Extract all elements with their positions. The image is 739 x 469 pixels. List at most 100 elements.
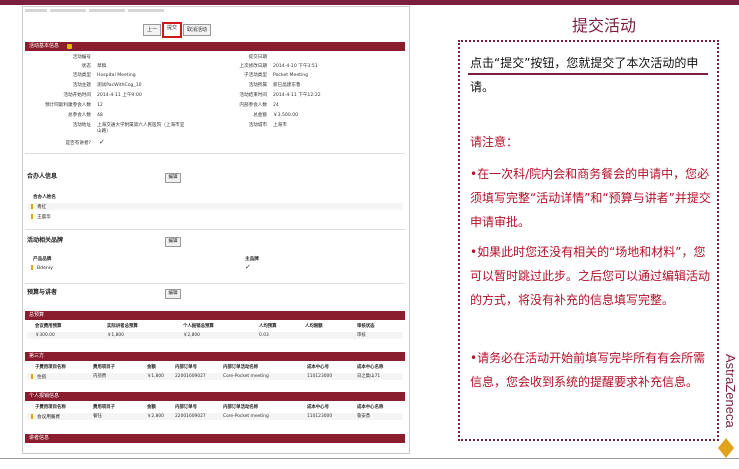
info-icon xyxy=(67,44,72,49)
product-name: Bdeniy xyxy=(37,266,53,271)
note-title: 请注意： xyxy=(470,135,519,149)
prev-button[interactable]: 上一 xyxy=(143,24,162,36)
logo-mark-icon xyxy=(718,438,734,458)
field-label: 总金额 xyxy=(253,113,267,118)
table-row: 住宿 xyxy=(31,374,46,381)
table-cell: 110123000 xyxy=(307,374,333,379)
basic-info-bar: 活动基本信息 xyxy=(25,42,405,51)
submit-button[interactable]: 提交 xyxy=(162,22,183,38)
table-cell: 日之集山71 xyxy=(357,374,381,379)
column-header: 成本中心号 xyxy=(307,405,329,410)
activity-screenshot: 上一 提交 取消活动 活动基本信息 活动编号 状态 草稿 活动类型 Hospit… xyxy=(22,6,410,454)
row-bg xyxy=(27,332,403,339)
table-cell: ￥2,800 xyxy=(147,414,164,419)
field-label: 活动结束时间 xyxy=(239,93,267,98)
column-header: 内部订单号 xyxy=(175,365,197,370)
field-label: 状态 xyxy=(81,64,91,69)
speaker-info-bar: 讲者信息 xyxy=(25,434,405,443)
column-header: 子费用项目名称 xyxy=(35,365,66,370)
intro-underline xyxy=(468,73,708,75)
field-value: 12 xyxy=(97,103,103,108)
table-cell: ￥2,800 xyxy=(183,333,200,338)
cohost-name: 青红 xyxy=(37,205,47,210)
field-label: 预计阿斯利康参会人数 xyxy=(45,103,91,108)
row-bg xyxy=(27,203,403,210)
divider xyxy=(25,153,405,154)
field-label: 活动类型 xyxy=(72,73,91,78)
intro-text: 点击“提交”按钮，您就提交了本次活动的申请。 xyxy=(470,56,699,94)
column-header: 人均预算 xyxy=(259,324,277,329)
divider xyxy=(25,283,405,284)
field-label: 上次修改日期 xyxy=(239,64,267,69)
field-value: 草稿 xyxy=(97,64,107,69)
field-label: 是否有讲者? xyxy=(65,141,91,146)
table-cell: ￥300.00 xyxy=(35,333,55,338)
action-button-row: 上一 提交 取消活动 xyxy=(23,22,409,38)
row-bg xyxy=(27,413,403,420)
field-label: 活动主题 xyxy=(72,83,91,88)
table-cell: 鲁安鼎 xyxy=(357,414,371,419)
slide-top-bar xyxy=(0,0,739,5)
note-item-1: •在一次科/院内会和商务餐会的申请中，您必须填写完整“活动详情”和“预算与讲者”… xyxy=(470,167,711,229)
edit-product-button[interactable]: 编辑 xyxy=(165,237,181,247)
field-value: 2014-4-11 下午12:22 xyxy=(273,93,321,98)
edit-cohost-button[interactable]: 编辑 xyxy=(165,173,181,183)
table-cell: Core-Pocket meeting xyxy=(223,374,269,379)
note-item-2: •如果此时您还没有相关的“场地和材料”，您可以暂时跳过此步。之后您可以通过编辑活… xyxy=(470,245,711,307)
cohost-name: 王晨华 xyxy=(37,215,51,220)
total-budget-bar: 总预算 xyxy=(25,311,405,320)
logo-text: AstraZeneca xyxy=(723,354,737,428)
astrazeneca-logo: AstraZeneca xyxy=(718,354,737,458)
table-cell: 会议用餐费 xyxy=(37,415,60,420)
field-value: 上海市 xyxy=(273,123,287,128)
table-cell: 内部费 xyxy=(93,374,107,379)
field-value: 24 xyxy=(273,103,279,108)
table-cell: 餐钰 xyxy=(93,414,102,419)
cohost-column-header: 合办人姓名 xyxy=(33,195,56,200)
column-header: 子费用项目名称 xyxy=(35,405,66,410)
note-item-3: •请务必在活动开始前填写完毕所有有会所需信息，您会收到系统的提醒要求补充信息。 xyxy=(470,351,706,389)
field-value: 2014-4-10 下午3:51 xyxy=(273,64,318,69)
field-value: Pocket Meeting xyxy=(273,73,309,78)
product-item: Bdeniy xyxy=(31,265,53,272)
field-label: 子活动类型 xyxy=(244,73,267,78)
column-header: 内部订单号 xyxy=(175,405,197,410)
column-header: 费用项目子 xyxy=(93,405,115,410)
table-cell: ￥1,800 xyxy=(107,333,124,338)
field-label: 活动编号 xyxy=(72,55,91,60)
field-label: 活动开始时间 xyxy=(63,93,91,98)
main-brand-column-header: 主品牌 xyxy=(245,257,259,262)
table-cell: 110123000 xyxy=(307,414,333,419)
field-value: 测试PacWithCog_10 xyxy=(97,83,142,88)
column-header: 内部订单活动名称 xyxy=(223,405,259,410)
slide-title: 提交活动 xyxy=(571,16,636,35)
field-label: 活动地址 xyxy=(72,123,91,128)
field-value: 上海交通大学附属第六人民医院（上海市宜山路） xyxy=(97,123,185,134)
field-value: 48 xyxy=(97,113,103,118)
third-party-bar: 第三方 xyxy=(25,352,405,361)
field-label: 活动所属 xyxy=(248,83,267,88)
field-label: 总参会人数 xyxy=(68,113,91,118)
product-column-header: 产品品牌 xyxy=(33,257,52,262)
field-value: 新已晶建东鲁 xyxy=(273,83,301,88)
product-section-title: 活动相关品牌 xyxy=(27,237,64,244)
field-label: 活动城市 xyxy=(248,123,267,128)
edit-budget-button[interactable]: 编辑 xyxy=(165,289,181,299)
table-cell: 0.03 xyxy=(259,333,269,338)
check-icon: ✓ xyxy=(245,263,251,271)
field-value: 2014-4-11 上午9:00 xyxy=(97,93,142,98)
column-header: 个人报销总预算 xyxy=(183,324,214,329)
column-header: 成本中心号 xyxy=(307,365,329,370)
budget-section-title: 预算与讲者 xyxy=(27,289,58,296)
cancel-activity-button[interactable]: 取消活动 xyxy=(183,24,212,36)
screenshot-tabs xyxy=(25,9,164,13)
column-header: 人均限额 xyxy=(305,324,323,329)
column-header: 成本中心名称 xyxy=(357,405,384,410)
slide-bottom-divider xyxy=(0,458,739,459)
check-icon: ✓ xyxy=(99,138,105,146)
field-label: 提交日期 xyxy=(248,55,267,60)
column-header: 费用项目子 xyxy=(93,365,115,370)
column-header: 金额 xyxy=(147,405,156,410)
table-cell: 住宿 xyxy=(37,375,47,380)
cohost-section-title: 合办人信息 xyxy=(27,173,58,180)
